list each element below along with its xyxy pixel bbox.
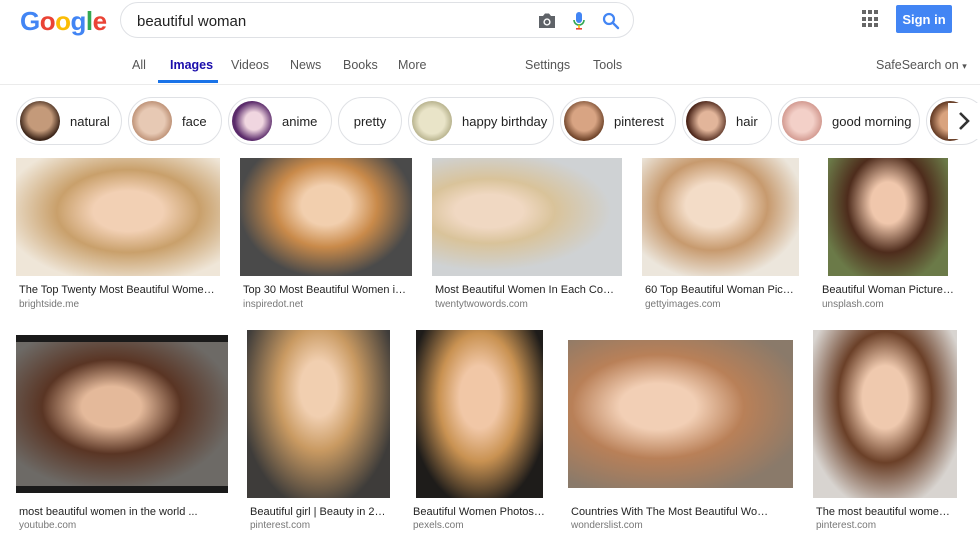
tab-news[interactable]: News bbox=[290, 58, 321, 72]
chip-pretty[interactable]: pretty bbox=[338, 97, 402, 145]
tab-more[interactable]: More bbox=[398, 58, 426, 72]
caret-down-icon: ▾ bbox=[962, 61, 967, 71]
safesearch-label: SafeSearch on bbox=[876, 58, 959, 72]
result-image[interactable] bbox=[16, 335, 228, 493]
chip-label: pretty bbox=[353, 113, 387, 129]
sign-in-button[interactable]: Sign in bbox=[896, 5, 952, 33]
result-title[interactable]: Beautiful girl | Beauty in 2019 ... bbox=[250, 506, 390, 518]
result-image[interactable] bbox=[16, 158, 220, 276]
logo-letter: o bbox=[55, 6, 71, 36]
logo-letter: g bbox=[70, 6, 87, 36]
tab-videos[interactable]: Videos bbox=[231, 58, 269, 72]
chip-label: pinterest bbox=[614, 113, 664, 129]
chip-hair[interactable]: hair bbox=[682, 97, 772, 145]
result-image[interactable] bbox=[828, 158, 948, 276]
search-input[interactable] bbox=[137, 10, 517, 32]
result-source[interactable]: twentytwowords.com bbox=[435, 299, 528, 310]
chip-thumbnail bbox=[132, 101, 172, 141]
result-source[interactable]: youtube.com bbox=[19, 520, 76, 531]
result-image[interactable] bbox=[432, 158, 622, 276]
result-source[interactable]: pinterest.com bbox=[816, 520, 876, 531]
related-search-chips: natural face anime pretty happy birthday… bbox=[16, 97, 980, 145]
result-title[interactable]: 60 Top Beautiful Woman Pictures ... bbox=[645, 284, 796, 296]
result-image[interactable] bbox=[568, 340, 793, 488]
tab-books[interactable]: Books bbox=[343, 58, 378, 72]
logo-letter: o bbox=[39, 6, 56, 36]
google-logo[interactable]: Google bbox=[20, 6, 107, 37]
result-image[interactable] bbox=[416, 330, 543, 498]
chip-anime[interactable]: anime bbox=[228, 97, 332, 145]
search-icon[interactable] bbox=[599, 9, 623, 33]
chip-label: anime bbox=[282, 113, 318, 129]
chip-thumbnail bbox=[686, 101, 726, 141]
chip-happy-birthday[interactable]: happy birthday bbox=[408, 97, 554, 145]
result-source[interactable]: brightside.me bbox=[19, 299, 79, 310]
logo-letter: l bbox=[85, 6, 93, 36]
result-image[interactable] bbox=[247, 330, 390, 498]
chip-thumbnail bbox=[20, 101, 60, 141]
microphone-icon[interactable] bbox=[567, 9, 591, 33]
header-divider bbox=[0, 84, 980, 85]
result-image[interactable] bbox=[240, 158, 412, 276]
result-source[interactable]: pinterest.com bbox=[250, 520, 310, 531]
chip-thumbnail bbox=[412, 101, 452, 141]
chip-label: hair bbox=[736, 113, 758, 129]
result-source[interactable]: pexels.com bbox=[413, 520, 464, 531]
settings-link[interactable]: Settings bbox=[525, 58, 570, 72]
chip-label: good morning bbox=[832, 113, 912, 129]
camera-icon[interactable] bbox=[535, 9, 559, 33]
chip-label: face bbox=[182, 113, 207, 129]
result-title[interactable]: The Top Twenty Most Beautiful Women of .… bbox=[19, 284, 217, 296]
chip-good-morning[interactable]: good morning bbox=[778, 97, 920, 145]
chip-pinterest[interactable]: pinterest bbox=[560, 97, 676, 145]
tab-all[interactable]: All bbox=[132, 58, 146, 72]
safesearch-toggle[interactable]: SafeSearch on ▾ bbox=[876, 58, 967, 72]
result-image[interactable] bbox=[642, 158, 799, 276]
search-box bbox=[120, 2, 634, 38]
chip-face[interactable]: face bbox=[128, 97, 222, 145]
result-source[interactable]: unsplash.com bbox=[822, 299, 884, 310]
result-title[interactable]: The most beautiful women of ... bbox=[816, 506, 956, 518]
apps-grid-icon[interactable] bbox=[862, 10, 880, 28]
chip-thumbnail bbox=[232, 101, 272, 141]
result-source[interactable]: gettyimages.com bbox=[645, 299, 721, 310]
result-title[interactable]: Beautiful Woman Pictures | ... bbox=[822, 284, 954, 296]
result-image[interactable] bbox=[813, 330, 957, 498]
result-source[interactable]: wonderslist.com bbox=[571, 520, 643, 531]
chevron-right-icon[interactable] bbox=[948, 103, 980, 139]
active-tab-indicator bbox=[158, 80, 218, 83]
chip-thumbnail bbox=[782, 101, 822, 141]
result-source[interactable]: inspiredot.net bbox=[243, 299, 303, 310]
chip-label: happy birthday bbox=[462, 113, 548, 129]
search-tabs: All Images Videos News Books More Settin… bbox=[0, 58, 980, 84]
result-title[interactable]: Most Beautiful Women In Each Country ... bbox=[435, 284, 619, 296]
result-title[interactable]: Countries With The Most Beautiful Women … bbox=[571, 506, 777, 518]
chip-natural[interactable]: natural bbox=[16, 97, 122, 145]
logo-letter: G bbox=[20, 6, 40, 36]
chip-thumbnail bbox=[564, 101, 604, 141]
result-title[interactable]: most beautiful women in the world ... bbox=[19, 506, 219, 518]
chip-label: natural bbox=[70, 113, 110, 129]
result-title[interactable]: Top 30 Most Beautiful Women in the ... bbox=[243, 284, 409, 296]
result-title[interactable]: Beautiful Women Photos · ... bbox=[413, 506, 547, 518]
logo-letter: e bbox=[92, 6, 107, 36]
tab-images[interactable]: Images bbox=[170, 58, 213, 72]
tools-link[interactable]: Tools bbox=[593, 58, 622, 72]
